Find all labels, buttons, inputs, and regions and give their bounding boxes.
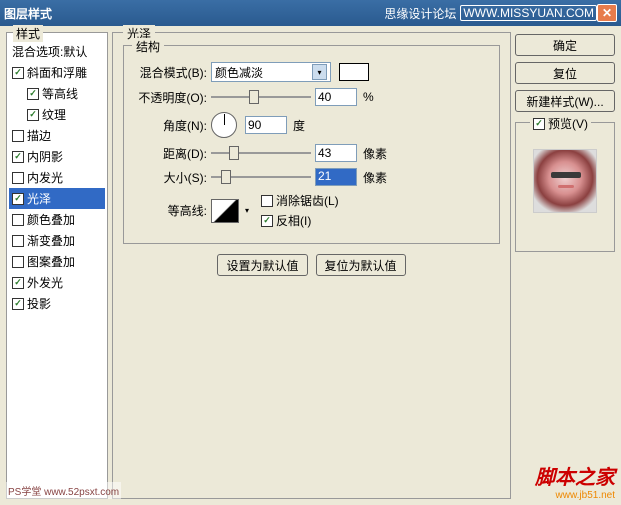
preview-checkbox[interactable] — [533, 118, 545, 130]
checkbox-icon[interactable] — [12, 235, 24, 247]
style-gradient-overlay[interactable]: 渐变叠加 — [9, 230, 105, 251]
ok-button[interactable]: 确定 — [515, 34, 615, 56]
opacity-slider[interactable] — [211, 88, 311, 106]
angle-label: 角度(N): — [132, 117, 207, 134]
style-bevel[interactable]: 斜面和浮雕 — [9, 62, 105, 83]
invert-label: 反相(I) — [276, 212, 311, 229]
preview-label: 预览(V) — [548, 115, 588, 132]
style-texture[interactable]: 纹理 — [9, 104, 105, 125]
checkbox-icon[interactable] — [12, 172, 24, 184]
new-style-button[interactable]: 新建样式(W)... — [515, 90, 615, 112]
structure-group: 结构 混合模式(B): 颜色减淡 ▾ 不透明度(O): % 角度(N): 度 — [123, 45, 500, 244]
title-text: 图层样式 — [4, 5, 384, 22]
style-stroke[interactable]: 描边 — [9, 125, 105, 146]
checkbox-icon[interactable] — [12, 193, 24, 205]
reset-default-button[interactable]: 复位为默认值 — [316, 254, 406, 276]
titlebar-brand: 思缘设计论坛 WWW.MISSYUAN.COM — [384, 5, 597, 22]
opacity-label: 不透明度(O): — [132, 89, 207, 106]
angle-input[interactable] — [245, 116, 287, 134]
right-panel: 确定 复位 新建样式(W)... 预览(V) — [515, 32, 615, 499]
set-default-button[interactable]: 设置为默认值 — [217, 254, 307, 276]
style-pattern-overlay[interactable]: 图案叠加 — [9, 251, 105, 272]
contour-label: 等高线: — [132, 202, 207, 219]
checkbox-icon[interactable] — [12, 256, 24, 268]
chevron-down-icon: ▾ — [312, 64, 327, 80]
angle-unit: 度 — [293, 117, 305, 134]
blend-mode-dropdown[interactable]: 颜色减淡 ▾ — [211, 62, 331, 82]
style-color-overlay[interactable]: 颜色叠加 — [9, 209, 105, 230]
contour-picker[interactable] — [211, 199, 239, 223]
styles-header: 样式 — [13, 25, 43, 42]
size-slider[interactable] — [211, 168, 311, 186]
checkbox-icon[interactable] — [12, 214, 24, 226]
checkbox-icon[interactable] — [12, 277, 24, 289]
main-panel: 光泽 结构 混合模式(B): 颜色减淡 ▾ 不透明度(O): % 角度(N): — [112, 32, 511, 499]
close-icon[interactable]: ✕ — [597, 4, 617, 22]
style-contour[interactable]: 等高线 — [9, 83, 105, 104]
styles-panel: 样式 混合选项:默认 斜面和浮雕 等高线 纹理 描边 内阴影 内发光 光泽 颜色… — [6, 32, 108, 499]
angle-dial[interactable] — [211, 112, 237, 138]
invert-checkbox[interactable] — [261, 215, 273, 227]
size-label: 大小(S): — [132, 169, 207, 186]
reset-button[interactable]: 复位 — [515, 62, 615, 84]
distance-unit: 像素 — [363, 145, 387, 162]
size-unit: 像素 — [363, 169, 387, 186]
distance-slider[interactable] — [211, 144, 311, 162]
preview-thumbnail — [533, 149, 597, 213]
checkbox-icon[interactable] — [27, 109, 39, 121]
chevron-down-icon[interactable]: ▾ — [245, 206, 249, 215]
opacity-input[interactable] — [315, 88, 357, 106]
style-outer-glow[interactable]: 外发光 — [9, 272, 105, 293]
blend-mode-label: 混合模式(B): — [132, 64, 207, 81]
opacity-unit: % — [363, 90, 374, 104]
preview-group: 预览(V) — [515, 122, 615, 252]
size-input[interactable]: 21 — [315, 168, 357, 186]
watermark-left: PS学堂 www.52psxt.com — [6, 482, 121, 499]
struct-header: 结构 — [132, 38, 164, 55]
dialog-body: 样式 混合选项:默认 斜面和浮雕 等高线 纹理 描边 内阴影 内发光 光泽 颜色… — [0, 26, 621, 505]
antialias-label: 消除锯齿(L) — [276, 192, 339, 209]
checkbox-icon[interactable] — [12, 130, 24, 142]
style-satin[interactable]: 光泽 — [9, 188, 105, 209]
distance-label: 距离(D): — [132, 145, 207, 162]
style-blend-default[interactable]: 混合选项:默认 — [9, 41, 105, 62]
distance-input[interactable] — [315, 144, 357, 162]
checkbox-icon[interactable] — [27, 88, 39, 100]
checkbox-icon[interactable] — [12, 67, 24, 79]
titlebar: 图层样式 思缘设计论坛 WWW.MISSYUAN.COM ✕ — [0, 0, 621, 26]
style-inner-shadow[interactable]: 内阴影 — [9, 146, 105, 167]
style-inner-glow[interactable]: 内发光 — [9, 167, 105, 188]
watermark-right: 脚本之家 www.jb51.net — [535, 461, 615, 501]
checkbox-icon[interactable] — [12, 298, 24, 310]
antialias-checkbox[interactable] — [261, 195, 273, 207]
checkbox-icon[interactable] — [12, 151, 24, 163]
color-swatch[interactable] — [339, 63, 369, 81]
style-drop-shadow[interactable]: 投影 — [9, 293, 105, 314]
